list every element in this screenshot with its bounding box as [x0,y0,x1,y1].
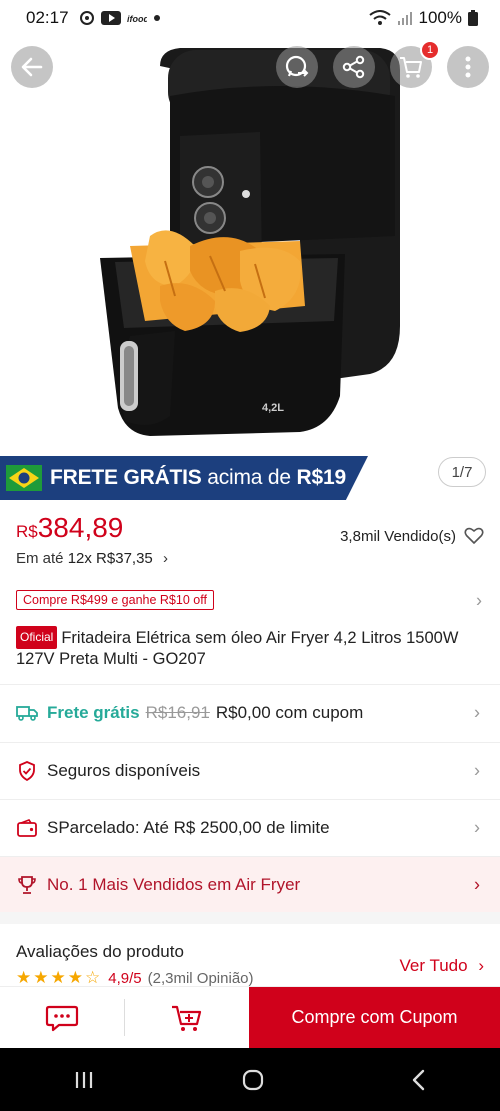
home-icon[interactable] [242,1069,264,1091]
shipping-old-price: R$16,91 [145,703,210,722]
ifood-icon: ifood [127,14,147,24]
star-icon: ★ [67,968,83,987]
battery-icon [468,10,478,26]
sold-count: 3,8mil Vendido(s) [340,527,484,545]
back-nav-icon[interactable] [411,1069,427,1091]
price-block: R$384,89 3,8mil Vendido(s) Em até 12x R$… [16,512,486,567]
chat-button[interactable] [0,987,124,1048]
wallet-icon [16,817,38,839]
rating-count: (2,3mil Opinião) [147,969,254,987]
more-button[interactable] [447,46,489,88]
dot-icon [153,15,160,21]
buy-with-coupon-button[interactable]: Compre com Cupom [249,987,500,1048]
product-title-text: Fritadeira Elétrica sem óleo Air Fryer 4… [16,629,459,668]
top-seller-row[interactable]: No. 1 Mais Vendidos em Air Fryer › [0,856,500,913]
add-to-cart-icon [172,1005,202,1031]
chat-icon [45,1005,79,1031]
battery-percent: 100% [418,8,462,27]
product-image-gallery[interactable]: 4,2L 1 [0,36,500,454]
coupon-chip: Compre R$499 e ganhe R$10 off [16,590,214,610]
shipping-new-price: R$0,00 com cupom [215,703,364,722]
section-divider [0,912,500,924]
installments-prefix: Em até [16,550,64,567]
whatsapp-share-button[interactable] [276,46,318,88]
notification-icons: ifood [79,10,161,26]
back-icon [21,57,43,77]
chevron-right-icon: › [476,590,482,611]
bottom-action-bar: Compre com Cupom [0,986,500,1048]
installment-credit-label: SParcelado: Até R$ 2500,00 de limite [47,818,330,837]
capacity-label: 4,2L [262,402,284,414]
heart-icon[interactable] [464,527,484,545]
see-all-reviews-link[interactable]: Ver Tudo › [400,956,484,976]
insurance-label: Seguros disponíveis [47,761,201,780]
installment-credit-row[interactable]: SParcelado: Até R$ 2500,00 de limite › [0,799,500,856]
status-bar: 02:17 ifood 100% [0,0,500,36]
star-icon: ★ [33,968,49,987]
recent-apps-icon[interactable] [73,1070,95,1090]
banner-strong: FRETE GRÁTIS [50,466,202,489]
price-currency: R$ [16,522,38,541]
trophy-icon [16,874,38,896]
alarm-sync-icon [79,11,94,25]
signal-icon [397,12,412,25]
brazil-flag-icon [6,465,42,491]
cart-button[interactable]: 1 [390,40,440,88]
chevron-right-icon: › [474,702,480,723]
see-all-label: Ver Tudo [399,956,468,975]
coupon-row[interactable]: Compre R$499 e ganhe R$10 off › [16,590,486,612]
status-right: 100% [368,8,478,28]
rating-score: 4,9/5 [108,969,142,987]
shield-icon [16,760,38,782]
installments-row[interactable]: Em até 12x R$37,35 › [16,550,486,567]
sold-text: 3,8mil Vendido(s) [340,527,456,545]
product-title: Oficial Fritadeira Elétrica sem óleo Air … [16,626,486,670]
insurance-row[interactable]: Seguros disponíveis › [0,742,500,799]
chevron-right-icon: › [474,874,480,895]
chevron-right-icon: › [474,817,480,838]
free-shipping-banner: FRETE GRÁTIS acima de R$19 [0,456,368,500]
truck-icon [16,702,38,724]
chevron-right-icon: › [478,956,484,975]
cart-icon [400,57,422,78]
youtube-icon [100,11,121,25]
cart-badge: 1 [420,40,440,60]
banner-text: FRETE GRÁTIS acima de R$19 [50,466,346,490]
star-icon: ★ [16,968,32,987]
whatsapp-share-icon [285,55,309,77]
back-button[interactable] [11,46,53,88]
banner-middle: acima de [207,466,291,489]
share-icon [342,55,365,79]
more-icon [465,56,471,78]
status-left: 02:17 ifood [26,8,161,28]
price-value: 384,89 [37,512,124,543]
svg-text:ifood: ifood [127,14,147,24]
shipping-row[interactable]: Frete grátis R$16,91 R$0,00 com cupom › [0,684,500,741]
image-counter: 1/7 [438,457,486,487]
air-fryer-image: 4,2L [100,48,400,436]
shipping-label: Frete grátis [47,703,140,722]
add-to-cart-button[interactable] [125,987,249,1048]
top-seller-label: No. 1 Mais Vendidos em Air Fryer [47,875,301,894]
chevron-right-icon: › [474,760,480,781]
wifi-icon [368,10,391,25]
status-time: 02:17 [26,8,69,27]
half-star-icon: ☆ [85,968,101,987]
share-button[interactable] [333,46,375,88]
chevron-right-icon: › [162,550,168,567]
installments-value: 12x R$37,35 [67,550,153,567]
system-nav-bar [0,1048,500,1111]
banner-amount: R$19 [296,466,347,489]
star-icon: ★ [50,968,66,987]
official-badge: Oficial [16,626,58,649]
